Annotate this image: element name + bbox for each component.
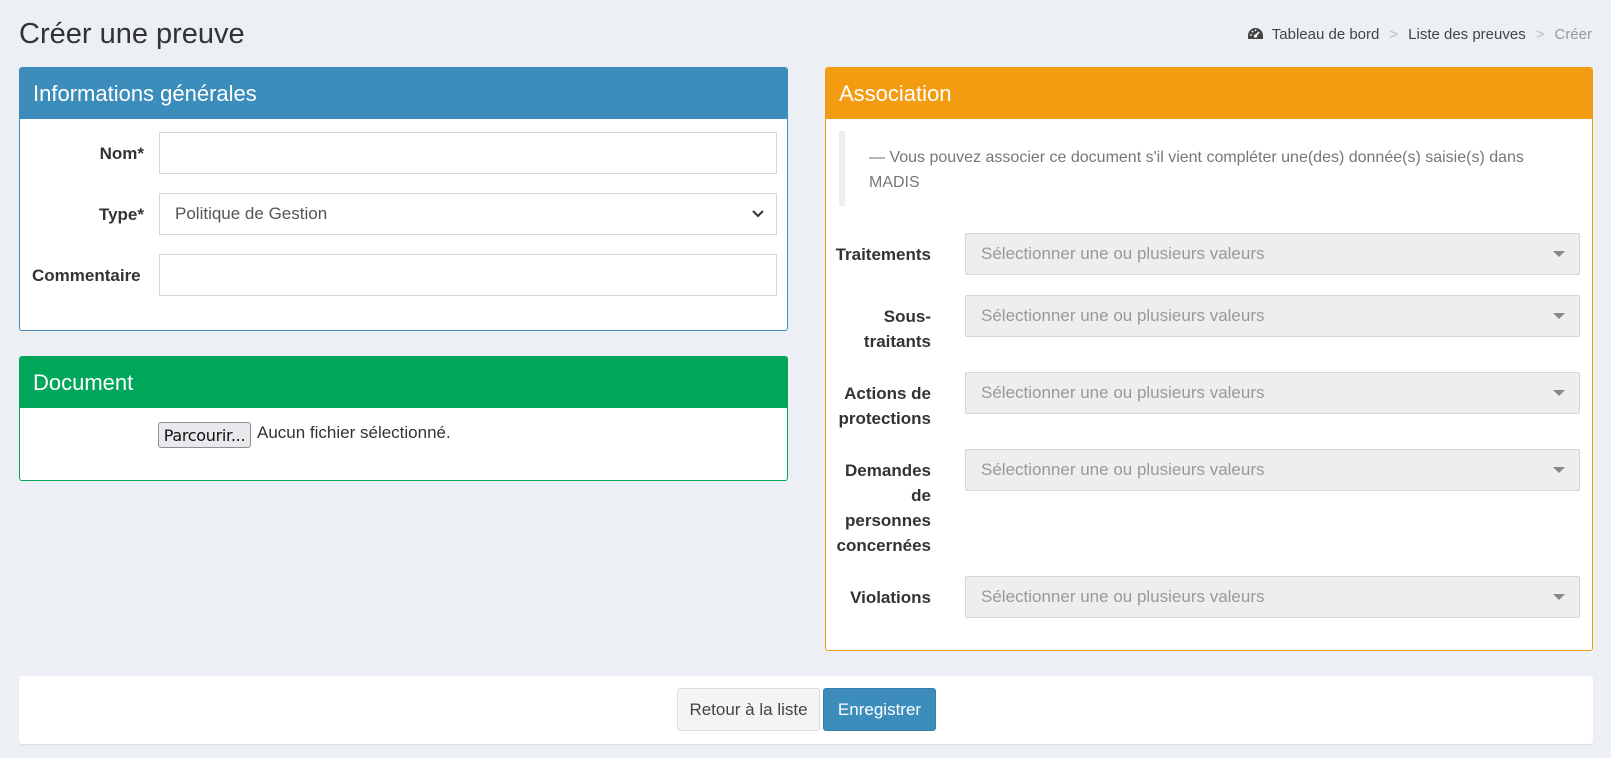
breadcrumb-current: Créer [1554,25,1592,43]
name-input[interactable] [159,132,777,174]
select-placeholder: Sélectionner une ou plusieurs valeurs [981,244,1265,263]
document-header: Document [20,357,787,408]
association-body: — Vous pouvez associer ce document s'il … [826,119,1592,650]
subcontractors-select[interactable]: Sélectionner une ou plusieurs valeurs [965,295,1580,337]
breadcrumb-separator: > [1535,25,1545,43]
general-info-box: Informations générales Nom* Type* Politi… [19,67,788,331]
protection-actions-label: Actions de protections [838,384,931,428]
treatments-label: Traitements [835,245,931,264]
data-subject-requests-select[interactable]: Sélectionner une ou plusieurs valeurs [965,449,1580,491]
violations-select[interactable]: Sélectionner une ou plusieurs valeurs [965,576,1580,618]
comment-input[interactable] [159,254,777,296]
back-to-list-button[interactable]: Retour à la liste [677,688,820,731]
page-header: Créer une preuve Tableau de bord > Liste… [19,14,1592,54]
treatments-select[interactable]: Sélectionner une ou plusieurs valeurs [965,233,1580,275]
document-body: Parcourir... Aucun fichier sélectionné. [20,408,787,480]
breadcrumb-separator: > [1389,25,1399,43]
select-placeholder: Sélectionner une ou plusieurs valeurs [981,460,1265,479]
document-box: Document Parcourir... Aucun fichier séle… [19,356,788,481]
file-status-text: Aucun fichier sélectionné. [257,423,451,442]
page-title: Créer une preuve [19,17,245,50]
association-note: — Vous pouvez associer ce document s'il … [839,131,1579,206]
save-button[interactable]: Enregistrer [823,688,936,731]
subcontractors-label: Sous-traitants [863,307,931,351]
violations-label: Violations [850,588,931,607]
caret-down-icon [1553,594,1565,600]
comment-label: Commentaire [32,266,141,285]
caret-down-icon [1553,467,1565,473]
type-label: Type* [98,205,144,224]
breadcrumb-proofs-list-link[interactable]: Liste des preuves [1408,26,1526,43]
select-placeholder: Sélectionner une ou plusieurs valeurs [981,587,1265,606]
association-header: Association [826,68,1592,119]
association-box: Association — Vous pouvez associer ce do… [825,67,1593,651]
select-placeholder: Sélectionner une ou plusieurs valeurs [981,383,1265,402]
browse-file-button[interactable]: Parcourir... [158,422,251,448]
name-label: Nom* [99,144,144,163]
general-info-header: Informations générales [20,68,787,119]
form-actions-bar: Retour à la liste Enregistrer [19,676,1593,744]
caret-down-icon [1553,390,1565,396]
breadcrumb: Tableau de bord > Liste des preuves > Cr… [1247,26,1592,43]
caret-down-icon [1553,251,1565,257]
type-selected-value: Politique de Gestion [175,204,328,223]
dashboard-icon [1247,27,1264,41]
select-placeholder: Sélectionner une ou plusieurs valeurs [981,306,1265,325]
breadcrumb-dashboard-link[interactable]: Tableau de bord [1272,26,1380,43]
data-subject-requests-label: Demandes de personnes concernées [836,461,932,555]
chevron-down-icon [752,210,764,218]
protection-actions-select[interactable]: Sélectionner une ou plusieurs valeurs [965,372,1580,414]
caret-down-icon [1553,313,1565,319]
type-select[interactable]: Politique de Gestion [159,193,777,235]
